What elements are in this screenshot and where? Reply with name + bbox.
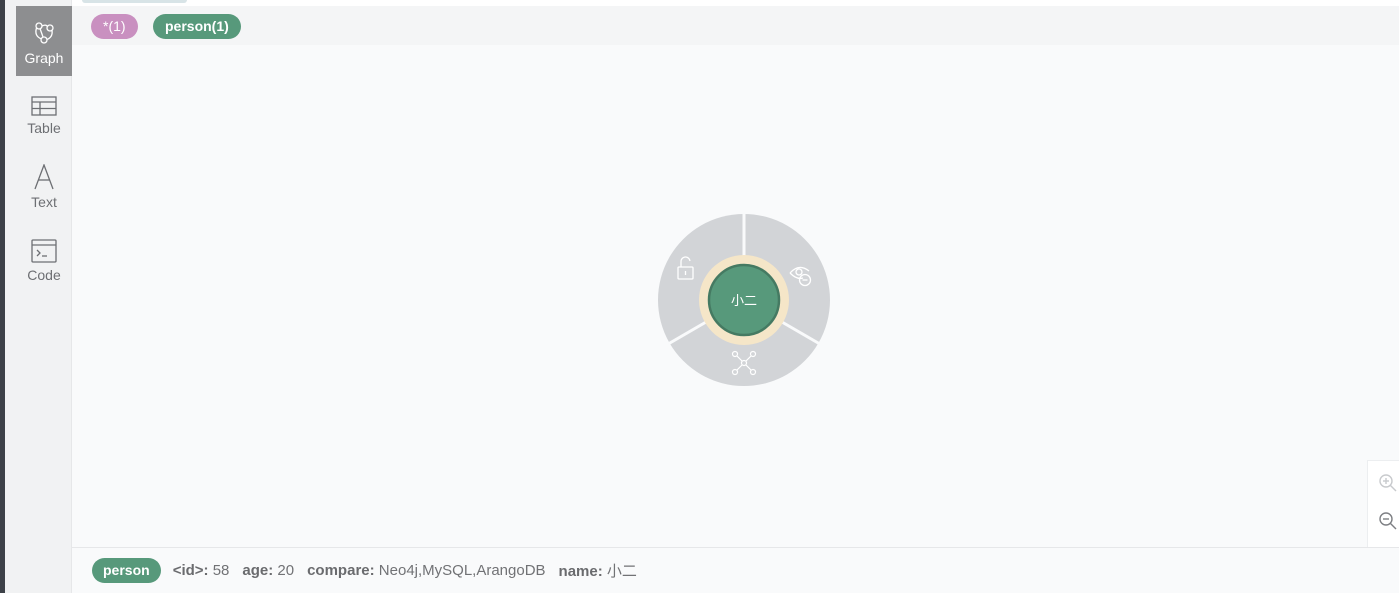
legend-person-pill[interactable]: person(1) <box>153 14 241 39</box>
node-label-pill[interactable]: person <box>92 558 161 583</box>
zoom-out-button[interactable] <box>1378 511 1398 536</box>
property-value: 小二 <box>606 563 637 580</box>
node-properties-bar: person <id>: 58 age: 20 compare: Neo4j,M… <box>72 547 1399 593</box>
property-name: name: 小二 <box>559 560 637 581</box>
node-context-wheel: 小二 <box>657 213 831 387</box>
property-key: age: <box>242 562 278 579</box>
property-key: <id>: <box>172 562 213 579</box>
app-root: Graph Table Text Code *(1) person(1) 小二 … <box>0 0 1399 593</box>
sidebar-item-label: Graph <box>24 50 64 66</box>
code-icon <box>31 239 57 263</box>
property-value: 58 <box>212 562 230 579</box>
sidebar-item-text[interactable]: Text <box>16 156 72 226</box>
zoom-controls <box>1367 460 1399 547</box>
property-value: 20 <box>277 562 295 579</box>
zoom-in-icon <box>1379 474 1397 492</box>
zoom-in-button[interactable] <box>1378 473 1398 498</box>
graph-icon <box>31 20 57 46</box>
zoom-out-icon <box>1379 512 1397 530</box>
sidebar-item-table[interactable]: Table <box>16 86 72 156</box>
sidebar-item-label: Text <box>31 194 57 210</box>
property-value: Neo4j,MySQL,ArangoDB <box>378 562 546 579</box>
property-key: name: <box>558 563 607 580</box>
table-icon <box>31 96 57 116</box>
graph-legend: *(1) person(1) <box>72 6 1399 45</box>
sidebar-item-label: Code <box>27 267 61 283</box>
text-icon <box>32 164 56 190</box>
sidebar-item-code[interactable]: Code <box>16 229 72 299</box>
legend-all-labels-pill[interactable]: *(1) <box>91 14 138 39</box>
view-sidebar: Graph Table Text Code <box>5 0 72 593</box>
sidebar-item-label: Table <box>27 120 61 136</box>
property-compare: compare: Neo4j,MySQL,ArangoDB <box>307 562 545 579</box>
node-caption: 小二 <box>731 294 757 309</box>
sidebar-item-graph[interactable]: Graph <box>16 6 72 76</box>
graph-canvas[interactable]: 小二 <box>72 45 1399 547</box>
property-id: <id>: 58 <box>173 562 230 579</box>
property-age: age: 20 <box>242 562 294 579</box>
result-tab-hint <box>82 0 187 3</box>
property-key: compare: <box>307 562 379 579</box>
